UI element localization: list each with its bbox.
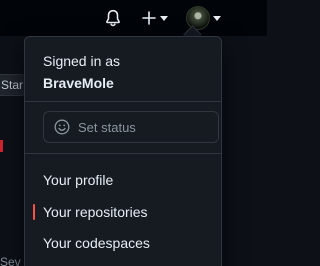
notifications-button[interactable] [100, 3, 126, 33]
star-button-fragment[interactable]: Star [0, 74, 27, 96]
menu-divider [25, 101, 221, 102]
signed-in-label: Signed in as [43, 53, 121, 69]
menu-divider [25, 153, 221, 154]
menu-item-your-codespaces[interactable]: Your codespaces [25, 228, 221, 258]
active-indicator [33, 204, 35, 220]
chevron-down-icon [212, 15, 221, 21]
user-dropdown-menu: Signed in as BraveMole Set status Your p… [24, 36, 222, 266]
set-status-label: Set status [78, 119, 136, 135]
menu-item-label: Your repositories [43, 204, 148, 220]
menu-item-label: Your codespaces [43, 235, 150, 251]
smiley-icon [54, 119, 70, 135]
top-header [0, 0, 267, 36]
menu-item-label: Your profile [43, 172, 114, 188]
create-new-button[interactable] [136, 3, 172, 33]
user-menu-button[interactable] [180, 3, 226, 33]
menu-item-your-profile[interactable]: Your profile [25, 165, 221, 195]
page: Star Sev Signed in as BraveMole Set stat… [0, 0, 267, 266]
chevron-down-icon [159, 15, 168, 21]
background-text-fragment: Sev [0, 255, 21, 266]
username[interactable]: BraveMole [43, 73, 114, 93]
bell-icon [106, 9, 120, 27]
menu-item-your-repositories[interactable]: Your repositories [25, 197, 221, 227]
set-status-button[interactable]: Set status [43, 111, 219, 143]
background-accent-fragment [0, 140, 3, 152]
avatar [185, 6, 210, 30]
plus-icon [141, 11, 156, 25]
